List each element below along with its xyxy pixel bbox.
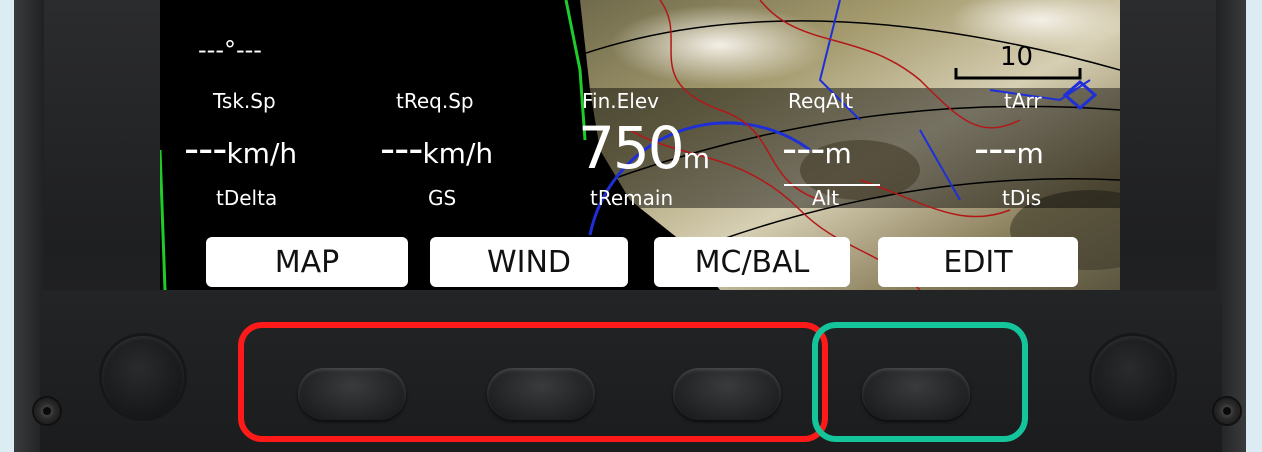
softkey-wind[interactable]: WIND (430, 237, 628, 287)
softkey-edit[interactable]: EDIT (878, 237, 1078, 287)
left-rotary-knob[interactable] (102, 336, 184, 418)
map-scale-value: 10 (1000, 42, 1034, 72)
label-tdelta: tDelta (216, 186, 278, 210)
label-tarr: tArr (1004, 89, 1042, 113)
label-reqalt: ReqAlt (788, 89, 854, 113)
value-tsk-sp: ---km/h (184, 124, 298, 173)
screw-left (34, 398, 60, 424)
value-reqalt: ---m (782, 124, 852, 173)
label-tsk-sp: Tsk.Sp (213, 89, 276, 113)
label-fin-elev: Fin.Elev (582, 89, 659, 113)
mc-indicator: ---°--- (198, 36, 262, 64)
display-screen: 10 ---°--- Tsk.Sp tReq.Sp Fin.Elev ReqAl… (160, 0, 1120, 290)
softkey-mc-bal[interactable]: MC/BAL (654, 237, 850, 287)
label-alt: Alt (812, 186, 840, 210)
highlight-red-buttons (238, 322, 828, 442)
label-treq-sp: tReq.Sp (396, 89, 474, 113)
right-rotary-knob[interactable] (1092, 336, 1174, 418)
screw-right (1214, 398, 1240, 424)
label-tdis: tDis (1002, 186, 1042, 210)
value-tarr: ---m (974, 124, 1044, 173)
value-fin-elev: 750m (578, 114, 710, 182)
label-tremain: tRemain (590, 186, 674, 210)
value-treq-sp: ---km/h (380, 124, 494, 173)
highlight-green-button (812, 322, 1028, 442)
softkey-map[interactable]: MAP (206, 237, 408, 287)
label-gs: GS (428, 186, 457, 210)
